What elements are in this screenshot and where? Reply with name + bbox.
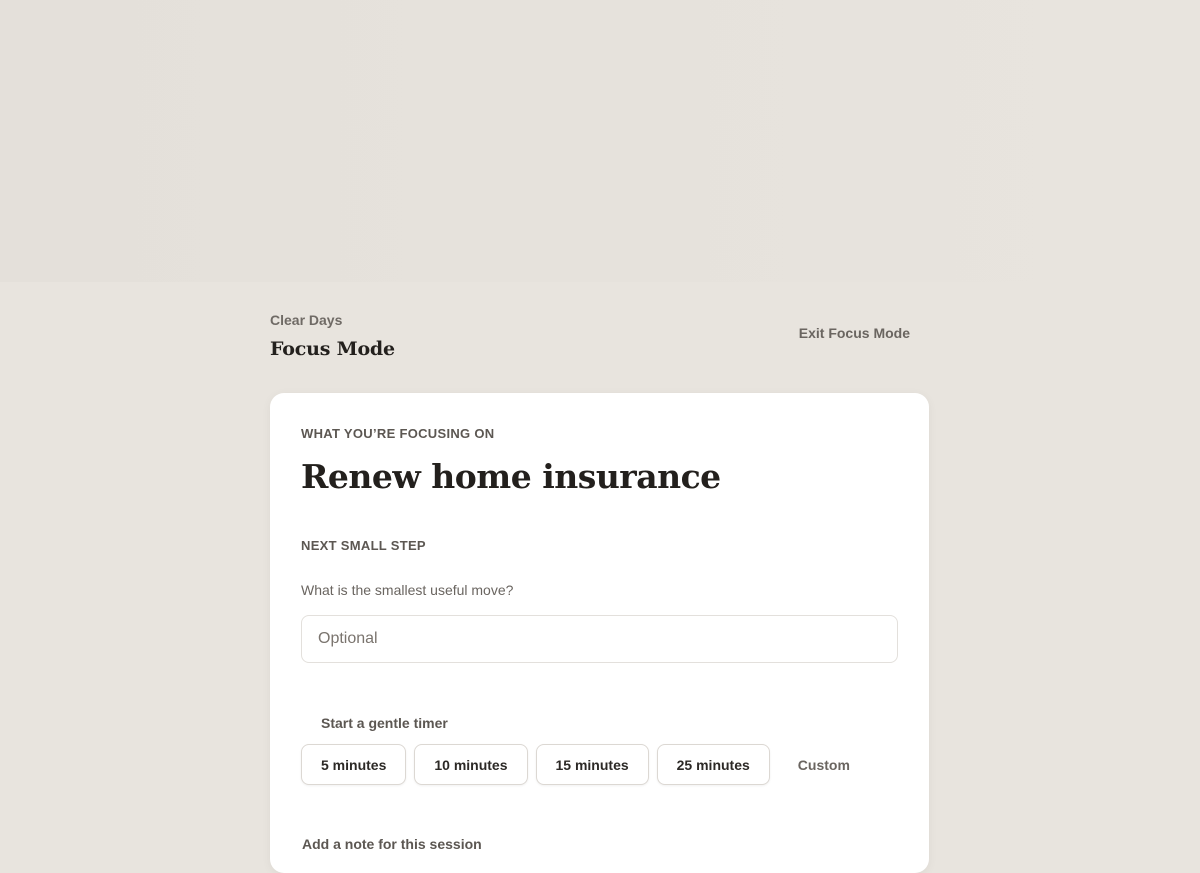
header-banner [0,0,1200,282]
next-step-question: What is the smallest useful move? [301,582,514,598]
next-step-input[interactable] [301,615,898,663]
page-title: Focus Mode [270,338,395,360]
session-note-label[interactable]: Add a note for this session [302,836,482,852]
timer-custom-button[interactable]: Custom [778,744,870,785]
task-title: Renew home insurance [301,457,721,496]
app-name: Clear Days [270,312,343,328]
focus-card: WHAT YOU’RE FOCUSING ON Renew home insur… [270,393,929,873]
timer-10-minutes-button[interactable]: 10 minutes [414,744,528,785]
focus-mode-page: Clear Days Focus Mode Exit Focus Mode WH… [270,312,929,873]
page-header: Clear Days Focus Mode Exit Focus Mode [270,312,929,392]
next-step-section-label: NEXT SMALL STEP [301,538,426,553]
focus-section-label: WHAT YOU’RE FOCUSING ON [301,426,495,441]
exit-focus-mode-button[interactable]: Exit Focus Mode [799,325,910,341]
timer-label: Start a gentle timer [321,715,448,731]
timer-15-minutes-button[interactable]: 15 minutes [535,744,649,785]
timer-5-minutes-button[interactable]: 5 minutes [301,744,407,785]
timer-options: 5 minutes 10 minutes 15 minutes 25 minut… [301,744,870,785]
timer-25-minutes-button[interactable]: 25 minutes [656,744,770,785]
